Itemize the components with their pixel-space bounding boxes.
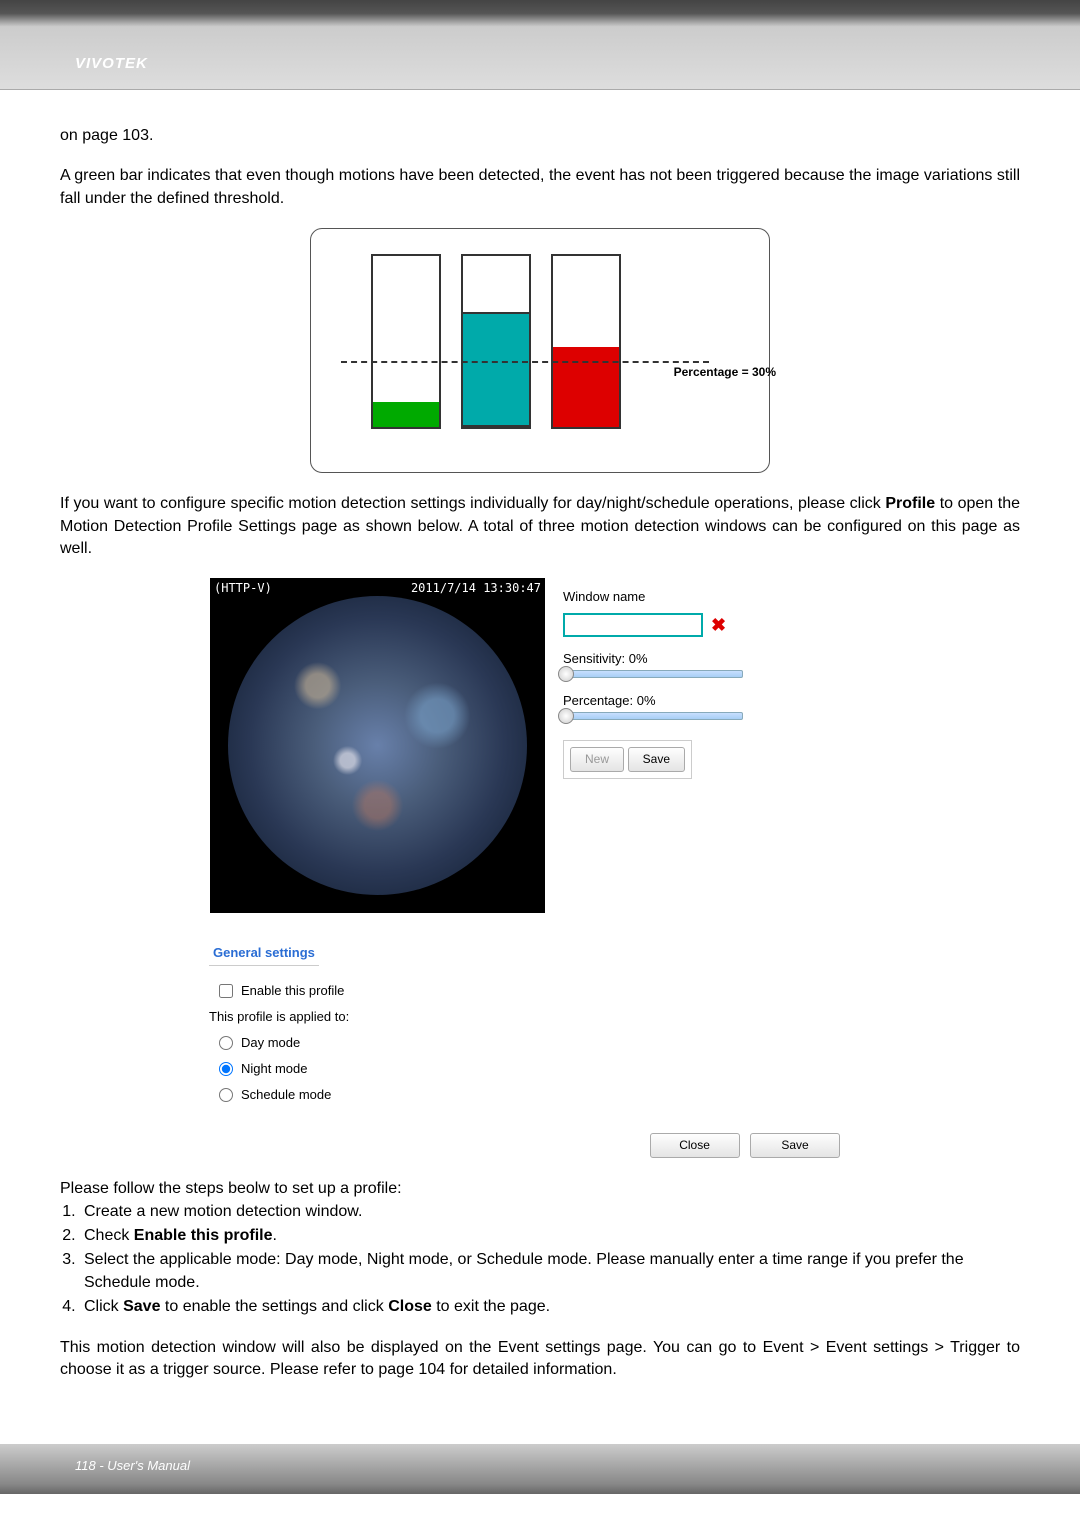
page-footer: 118 - User's Manual [0, 1444, 1080, 1494]
fisheye-lens-view [228, 596, 527, 895]
new-button[interactable]: New [570, 747, 624, 772]
threshold-chart: Percentage = 30% [310, 228, 770, 473]
bar-teal [463, 312, 529, 427]
day-mode-label: Day mode [241, 1034, 300, 1052]
save-button[interactable]: Save [628, 747, 685, 772]
steps-list: Create a new motion detection window. Ch… [80, 1201, 1020, 1319]
steps-intro: Please follow the steps beolw to set up … [60, 1178, 1020, 1200]
text-event-settings: This motion detection window will also b… [60, 1337, 1020, 1382]
step-2: Check Enable this profile. [80, 1225, 1020, 1247]
schedule-mode-label: Schedule mode [241, 1086, 331, 1104]
bar-green [373, 402, 439, 427]
day-mode-radio[interactable] [219, 1036, 233, 1050]
schedule-mode-radio[interactable] [219, 1088, 233, 1102]
window-controls: Window name ✖ Sensitivity: 0% Percentage… [545, 578, 880, 913]
text-profile-intro: If you want to configure specific motion… [60, 493, 1020, 560]
p3-prefix: If you want to configure specific motion… [60, 495, 885, 512]
footer-page-number: 118 - User's Manual [75, 1458, 190, 1473]
window-name-label: Window name [563, 588, 862, 606]
profile-settings-panel: (HTTP-V) 2011/7/14 13:30:47 Window name … [200, 578, 880, 1158]
page-header: VIVOTEK [0, 0, 1080, 90]
stream-protocol-label: (HTTP-V) [214, 580, 272, 597]
close-icon[interactable]: ✖ [711, 613, 726, 638]
content-area: on page 103. A green bar indicates that … [0, 90, 1080, 1419]
step-1: Create a new motion detection window. [80, 1201, 1020, 1223]
brand-logo: VIVOTEK [75, 55, 148, 72]
enable-profile-label: Enable this profile [241, 982, 344, 1000]
percentage-label: Percentage: 0% [563, 692, 862, 710]
stream-timestamp: 2011/7/14 13:30:47 [411, 580, 541, 597]
step-4: Click Save to enable the settings and cl… [80, 1296, 1020, 1318]
general-settings-title: General settings [209, 942, 319, 965]
sensitivity-slider[interactable] [563, 670, 743, 678]
general-settings-group: General settings Enable this profile Thi… [200, 941, 880, 1121]
step-3: Select the applicable mode: Day mode, Ni… [80, 1249, 1020, 1294]
sensitivity-label: Sensitivity: 0% [563, 650, 862, 668]
camera-preview[interactable]: (HTTP-V) 2011/7/14 13:30:47 [210, 578, 545, 913]
bar-red [553, 347, 619, 427]
night-mode-radio[interactable] [219, 1062, 233, 1076]
window-name-input[interactable] [563, 613, 703, 637]
save-button-bottom[interactable]: Save [750, 1133, 840, 1158]
threshold-label: Percentage = 30% [674, 364, 776, 381]
text-greenbar: A green bar indicates that even though m… [60, 165, 1020, 210]
close-button[interactable]: Close [650, 1133, 740, 1158]
percentage-slider[interactable] [563, 712, 743, 720]
p3-bold: Profile [885, 495, 935, 512]
enable-profile-checkbox[interactable] [219, 984, 233, 998]
threshold-line [341, 361, 709, 363]
night-mode-label: Night mode [241, 1060, 307, 1078]
text-onpage: on page 103. [60, 125, 1020, 147]
applied-to-label: This profile is applied to: [209, 1008, 349, 1026]
